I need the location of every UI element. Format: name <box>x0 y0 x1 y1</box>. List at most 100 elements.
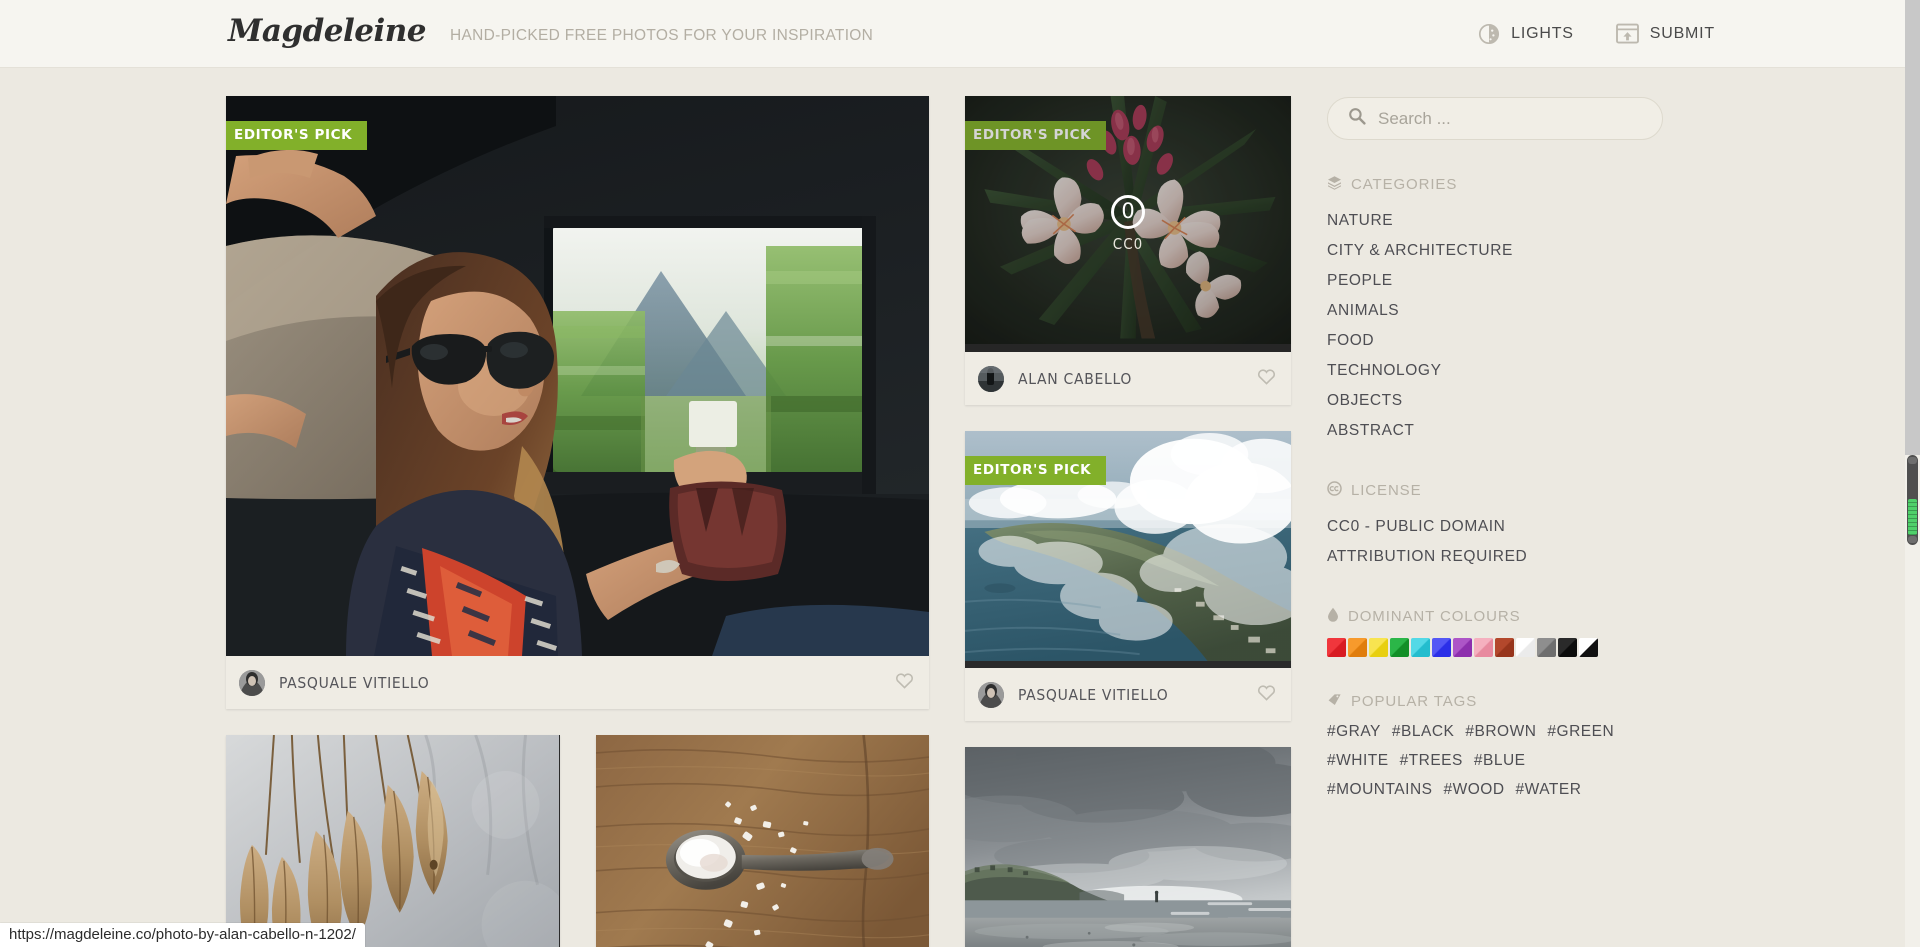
popular-tags-section: Popular Tags #GRAY #BLACK #BROWN #GREEN … <box>1327 692 1667 799</box>
submit-button[interactable]: Submit <box>1615 23 1715 44</box>
photo-author[interactable]: Alan Cabello <box>1018 370 1132 388</box>
swatch-white[interactable] <box>1516 638 1535 657</box>
photo-card-oleander[interactable]: 0 CC0 Editor's Pick <box>965 96 1291 405</box>
photo-author[interactable]: Pasquale Vitiello <box>1018 686 1168 704</box>
creative-commons-icon <box>1327 481 1342 500</box>
category-food[interactable]: Food <box>1327 326 1667 356</box>
scrollbar-thumb[interactable] <box>1907 455 1918 545</box>
header-actions: Lights Submit <box>1478 23 1715 45</box>
license-title-row: License <box>1327 481 1667 500</box>
photo-card-aerial-coast[interactable]: Editor's Pick Pasqu <box>965 431 1291 721</box>
tags-title: Popular Tags <box>1351 693 1478 710</box>
tag-water[interactable]: #WATER <box>1516 781 1582 799</box>
categories-title: Categories <box>1351 176 1458 193</box>
photo-thumbnail[interactable]: 0 CC0 Editor's Pick <box>965 96 1291 352</box>
category-abstract[interactable]: Abstract <box>1327 416 1667 446</box>
scrollbar-progress-indicator <box>1908 499 1917 535</box>
photo-thumbnail[interactable]: Editor's Pick <box>226 96 929 656</box>
photo-image-dried-seed-pods <box>226 735 560 947</box>
license-section: License CC0 - Public Domain Attribution … <box>1327 481 1667 572</box>
cc0-hover-overlay[interactable]: 0 CC0 <box>965 96 1291 352</box>
category-city-architecture[interactable]: City & Architecture <box>1327 236 1667 266</box>
photo-image-woman-in-car <box>226 96 929 656</box>
category-technology[interactable]: Technology <box>1327 356 1667 386</box>
tag-trees[interactable]: #TREES <box>1400 752 1463 770</box>
swatch-brown[interactable] <box>1495 638 1514 657</box>
tag-gray[interactable]: #GRAY <box>1327 723 1381 741</box>
photo-credit-bar: Pasquale Vitiello <box>965 668 1291 721</box>
favorite-heart-icon[interactable] <box>1257 684 1276 706</box>
categories-title-row: Categories <box>1327 175 1667 194</box>
dominant-colours-section: Dominant Colours <box>1327 607 1667 657</box>
photo-image-overcast-beach <box>965 747 1291 947</box>
swatch-black-and-white[interactable] <box>1579 638 1598 657</box>
photo-card-salt-spoon[interactable] <box>595 735 929 947</box>
avatar-image <box>978 365 1004 392</box>
swatch-cyan[interactable] <box>1411 638 1430 657</box>
scrollbar-thumb-cap-bottom <box>1908 536 1917 543</box>
sidebar: Categories Nature City & Architecture Pe… <box>1327 96 1667 947</box>
categories-section: Categories Nature City & Architecture Pe… <box>1327 175 1667 446</box>
avatar[interactable] <box>239 669 265 696</box>
swatch-orange[interactable] <box>1348 638 1367 657</box>
swatch-yellow[interactable] <box>1369 638 1388 657</box>
tag-mountains[interactable]: #MOUNTAINS <box>1327 781 1432 799</box>
swatch-black[interactable] <box>1558 638 1577 657</box>
avatar[interactable] <box>978 681 1004 708</box>
tags-title-row: Popular Tags <box>1327 692 1667 711</box>
lights-label: Lights <box>1511 24 1574 42</box>
avatar-image <box>239 669 265 696</box>
swatch-purple[interactable] <box>1453 638 1472 657</box>
site-tagline: Hand-picked free photos for your inspira… <box>450 26 874 44</box>
photo-card-hero[interactable]: Editor's Pick Pasqu <box>226 96 929 709</box>
photo-card-overcast-beach[interactable] <box>965 747 1291 947</box>
photo-thumbnail[interactable]: Editor's Pick <box>965 431 1291 668</box>
category-objects[interactable]: Objects <box>1327 386 1667 416</box>
tag-white[interactable]: #WHITE <box>1327 752 1389 770</box>
lights-icon <box>1478 23 1500 45</box>
photo-thumbnail[interactable] <box>595 735 929 947</box>
site-logo[interactable]: Magdeleine <box>228 16 427 51</box>
status-bar-url: https://magdeleine.co/photo-by-alan-cabe… <box>0 923 365 947</box>
photo-thumbnail[interactable] <box>965 747 1291 947</box>
scrollbar-track[interactable] <box>1905 0 1920 947</box>
colours-title-row: Dominant Colours <box>1327 607 1667 626</box>
tag-blue[interactable]: #BLUE <box>1474 752 1526 770</box>
swatch-blue[interactable] <box>1432 638 1451 657</box>
license-title: License <box>1351 482 1422 499</box>
photo-thumbnail[interactable] <box>226 735 560 947</box>
swatch-green[interactable] <box>1390 638 1409 657</box>
license-attribution[interactable]: Attribution Required <box>1327 542 1667 572</box>
swatch-red[interactable] <box>1327 638 1346 657</box>
search-input[interactable] <box>1378 108 1628 129</box>
avatar-image <box>978 681 1004 708</box>
tag-list: #GRAY #BLACK #BROWN #GREEN #WHITE #TREES… <box>1327 723 1627 799</box>
colours-title: Dominant Colours <box>1348 608 1521 625</box>
photo-author[interactable]: Pasquale Vitiello <box>279 674 429 692</box>
favorite-heart-icon[interactable] <box>895 672 914 694</box>
category-people[interactable]: People <box>1327 266 1667 296</box>
tag-brown[interactable]: #BROWN <box>1465 723 1536 741</box>
search-box[interactable] <box>1327 97 1663 140</box>
scrollbar-upper-track[interactable] <box>1905 0 1920 455</box>
category-animals[interactable]: Animals <box>1327 296 1667 326</box>
photo-credit-bar: Alan Cabello <box>965 352 1291 405</box>
swatch-pink[interactable] <box>1474 638 1493 657</box>
submit-label: Submit <box>1649 24 1715 42</box>
avatar[interactable] <box>978 365 1004 392</box>
editors-pick-badge: Editor's Pick <box>965 456 1107 485</box>
photo-card-seed-pods[interactable] <box>226 735 560 947</box>
tag-green[interactable]: #GREEN <box>1547 723 1614 741</box>
photo-credit-bar: Pasquale Vitiello <box>226 656 929 709</box>
swatch-gray[interactable] <box>1537 638 1556 657</box>
license-cc0[interactable]: CC0 - Public Domain <box>1327 512 1667 542</box>
scrollbar-thumb-cap-top <box>1908 457 1917 464</box>
tag-icon <box>1327 692 1342 711</box>
tag-black[interactable]: #BLACK <box>1392 723 1454 741</box>
tag-wood[interactable]: #WOOD <box>1443 781 1504 799</box>
page-body: Editor's Pick Pasqu <box>0 68 1905 947</box>
category-nature[interactable]: Nature <box>1327 206 1667 236</box>
droplet-icon <box>1327 607 1339 626</box>
lights-button[interactable]: Lights <box>1478 23 1574 45</box>
favorite-heart-icon[interactable] <box>1257 368 1276 390</box>
